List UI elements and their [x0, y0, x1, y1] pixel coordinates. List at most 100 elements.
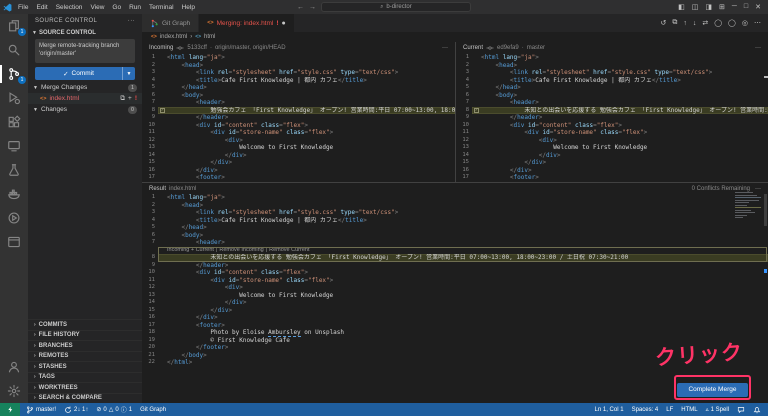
sync-status-item[interactable]: 2↓ 1↑	[64, 406, 88, 414]
changes-badge: 0	[128, 106, 137, 114]
section-branches[interactable]: ›BRANCHES	[28, 340, 142, 351]
merge-gutter	[158, 337, 167, 345]
layout-secondary-icon[interactable]: ◨	[705, 3, 712, 11]
remote-indicator[interactable]	[0, 403, 20, 416]
breadcrumb-symbol[interactable]: html	[204, 34, 215, 40]
merge-gutter	[158, 359, 167, 367]
incoming-more-actions-icon[interactable]: ···	[442, 45, 448, 51]
breadcrumb-file[interactable]: index.html	[160, 34, 187, 40]
accept-change-checkbox[interactable]: ✓	[474, 108, 479, 113]
layout-sidebar-icon[interactable]: ◧	[678, 3, 685, 11]
file-item-index-html[interactable]: <> index.html ⧉ + !	[28, 93, 142, 104]
problems-status-item[interactable]: ⊘ 0 △ 0 ⓘ 1	[96, 405, 132, 414]
codelens-link[interactable]: Incoming + Current	[167, 247, 214, 255]
activity-source-control-icon[interactable]: 1	[0, 62, 28, 86]
open-file-icon[interactable]: ⧉	[120, 95, 125, 103]
activity-run-circle-icon[interactable]	[0, 206, 28, 230]
scrollbar[interactable]	[764, 194, 767, 226]
minimap[interactable]	[735, 192, 761, 218]
activity-remote-explorer-icon[interactable]	[0, 134, 28, 158]
section-worktrees[interactable]: ›WORKTREES	[28, 382, 142, 393]
merge-gutter	[472, 77, 481, 85]
activity-files-icon[interactable]: 1	[0, 14, 28, 38]
nav-forward-icon[interactable]: →	[309, 4, 316, 11]
section-stashes[interactable]: ›STASHES	[28, 361, 142, 372]
conflict-decoration: !	[276, 20, 278, 27]
nav-back-icon[interactable]: ←	[297, 4, 304, 11]
layout-panel-icon[interactable]: ◫	[692, 3, 699, 11]
result-more-actions-icon[interactable]: ···	[755, 186, 761, 192]
merge-gutter	[158, 292, 167, 300]
current-more-actions-icon[interactable]: ···	[755, 45, 761, 51]
activity-extensions-icon[interactable]	[0, 110, 28, 134]
activity-docker-icon[interactable]	[0, 182, 28, 206]
section-search-compare[interactable]: ›SEARCH & COMPARE	[28, 393, 142, 404]
commit-button[interactable]: ✓ Commit ▼	[35, 67, 135, 80]
history-icon[interactable]: ↺	[660, 19, 666, 27]
activity-settings-gear-icon[interactable]	[0, 379, 28, 403]
vscode-window: FileEditSelectionViewGoRunTerminalHelp ←…	[0, 0, 768, 416]
incoming-code[interactable]: 1<html lang="ja">2 <head>3 <link rel="st…	[142, 54, 455, 182]
language-mode-item[interactable]: HTML	[681, 407, 697, 413]
spell-checker-item[interactable]: ▵ 1 Spell	[706, 406, 729, 413]
minimize-icon[interactable]: ─	[732, 3, 737, 11]
circle-outline-icon[interactable]: ◯	[728, 19, 736, 27]
activity-run-debug-icon[interactable]	[0, 86, 28, 110]
git-graph-status-item[interactable]: Git Graph	[140, 407, 166, 413]
merge-changes-group[interactable]: ▼ Merge Changes 1	[28, 82, 142, 93]
maximize-icon[interactable]: □	[744, 3, 748, 11]
feedback-icon[interactable]	[737, 406, 745, 414]
indentation-item[interactable]: Spaces: 4	[632, 407, 659, 413]
target-icon[interactable]: ◎	[742, 19, 748, 27]
layout-customize-icon[interactable]: ⊞	[719, 3, 725, 11]
section-remotes[interactable]: ›REMOTES	[28, 351, 142, 362]
eol-item[interactable]: LF	[666, 407, 673, 413]
modified-dot-icon[interactable]: ●	[282, 20, 286, 27]
changes-group[interactable]: ▼ Changes 0	[28, 104, 142, 115]
merge-gutter	[158, 344, 167, 352]
swap-icon[interactable]: ⇄	[702, 19, 708, 27]
code-line: 2 <head>	[142, 202, 768, 210]
codelens-link[interactable]: Remove Current	[269, 247, 309, 255]
activity-testing-icon[interactable]	[0, 158, 28, 182]
more-actions-icon[interactable]: ⋯	[754, 19, 761, 27]
cursor-position-item[interactable]: Ln 1, Col 1	[595, 407, 624, 413]
activity-live-preview-icon[interactable]	[0, 230, 28, 254]
accept-change-checkbox[interactable]: ✓	[160, 108, 165, 113]
line-number: 3	[142, 209, 158, 217]
title-bar: FileEditSelectionViewGoRunTerminalHelp ←…	[0, 0, 768, 14]
merge-gutter	[158, 194, 167, 202]
current-code[interactable]: 1<html lang="ja">2 <head>3 <link rel="st…	[456, 54, 768, 182]
stage-changes-icon[interactable]: +	[128, 95, 132, 103]
command-center-search[interactable]: ⌕ b-director	[321, 2, 471, 12]
circle-outline-icon[interactable]: ◯	[714, 19, 722, 27]
commit-dropdown-icon[interactable]: ▼	[122, 67, 135, 80]
arrow-up-icon[interactable]: ↑	[683, 20, 687, 27]
line-number: 14	[142, 152, 158, 160]
section-tags[interactable]: ›TAGS	[28, 372, 142, 383]
line-number: 15	[456, 159, 472, 167]
split-editor-icon[interactable]: ⧉	[672, 19, 677, 27]
tab-merging-index-html[interactable]: <>Merging: index.html!●	[199, 14, 295, 32]
merge-top-panes: Incoming 5133cff · origin/master, origin…	[142, 42, 768, 182]
notifications-bell-icon[interactable]	[753, 406, 761, 414]
branch-name: master!	[36, 407, 56, 413]
section-file-history[interactable]: ›FILE HISTORY	[28, 330, 142, 341]
activity-search-icon[interactable]	[0, 38, 28, 62]
commit-message-input[interactable]: Merge remote-tracking branch 'origin/mas…	[35, 39, 135, 63]
code-line: 3 <link rel="stylesheet" href="style.css…	[456, 69, 768, 77]
code-line: 11 <div id="store-name" class="flex">	[142, 129, 455, 137]
activity-account-icon[interactable]	[0, 355, 28, 379]
merge-gutter	[158, 54, 167, 62]
complete-merge-button[interactable]: Complete Merge	[677, 383, 747, 397]
arrow-down-icon[interactable]: ↓	[693, 20, 697, 27]
codelens-link[interactable]: Remove Incoming	[219, 247, 263, 255]
branch-status-item[interactable]: master!	[26, 406, 56, 414]
merge-gutter	[158, 217, 167, 225]
section-commits[interactable]: ›COMMITS	[28, 319, 142, 330]
source-control-section[interactable]: ▼ SOURCE CONTROL	[28, 27, 142, 38]
close-icon[interactable]: ✕	[755, 3, 761, 11]
tab-git-graph[interactable]: Git Graph	[142, 14, 199, 32]
chevron-right-icon: ›	[34, 395, 36, 401]
sidebar-more-actions-icon[interactable]: ···	[128, 18, 135, 24]
